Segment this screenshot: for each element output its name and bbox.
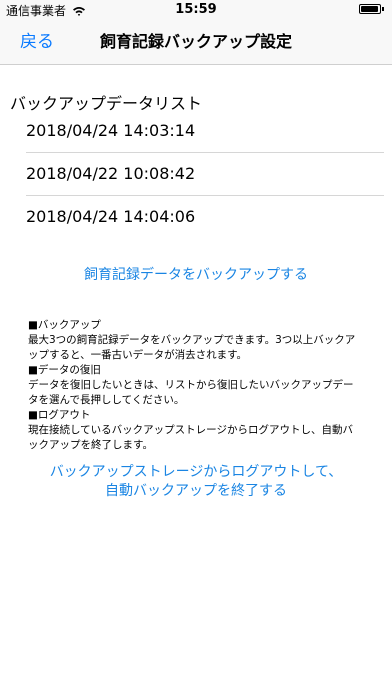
help-line: 現在接続しているバックアップストレージからログアウトし、自動バ [28, 424, 353, 436]
navigation-bar: 戻る 飼育記録バックアップ設定 [0, 20, 392, 65]
status-right [359, 4, 384, 14]
help-line: ックアップを終了します。 [28, 439, 153, 451]
page-title: 飼育記録バックアップ設定 [99, 32, 292, 51]
status-time: 15:59 [175, 2, 217, 17]
status-bar: 通信事業者 15:59 [0, 0, 392, 20]
help-heading-backup: ■バックアップ [28, 319, 101, 331]
battery-fill [361, 6, 379, 12]
logout-button-line2: 自動バックアップを終了する [105, 483, 287, 499]
logout-button[interactable]: バックアップストレージからログアウトして、 自動バックアップを終了する [0, 463, 392, 501]
logout-button-line1: バックアップストレージからログアウトして、 [49, 464, 343, 480]
backup-list-item[interactable]: 2018/04/24 14:03:14 [26, 110, 384, 153]
backup-list-item[interactable]: 2018/04/22 10:08:42 [26, 153, 384, 196]
help-line: データを復旧したいときは、リストから復旧したいバックアップデー [28, 379, 354, 391]
help-text: ■バックアップ 最大3つの飼育記録データをバックアップできます。3つ以上バックア… [28, 318, 376, 453]
help-line: 最大3つの飼育記録データをバックアップできます。3つ以上バックア [28, 334, 356, 346]
help-line: タを選んで長押ししてください。 [28, 394, 185, 406]
battery-icon [359, 4, 381, 14]
backup-list: 2018/04/24 14:03:14 2018/04/22 10:08:42 … [26, 110, 384, 238]
help-heading-logout: ■ログアウト [28, 409, 91, 421]
help-heading-restore: ■データの復旧 [28, 364, 101, 376]
backup-list-item[interactable]: 2018/04/24 14:04:06 [26, 196, 384, 238]
backup-button[interactable]: 飼育記録データをバックアップする [0, 264, 392, 284]
battery-tip [382, 7, 384, 11]
help-line: ップすると、一番古いデータが消去されます。 [28, 349, 248, 361]
